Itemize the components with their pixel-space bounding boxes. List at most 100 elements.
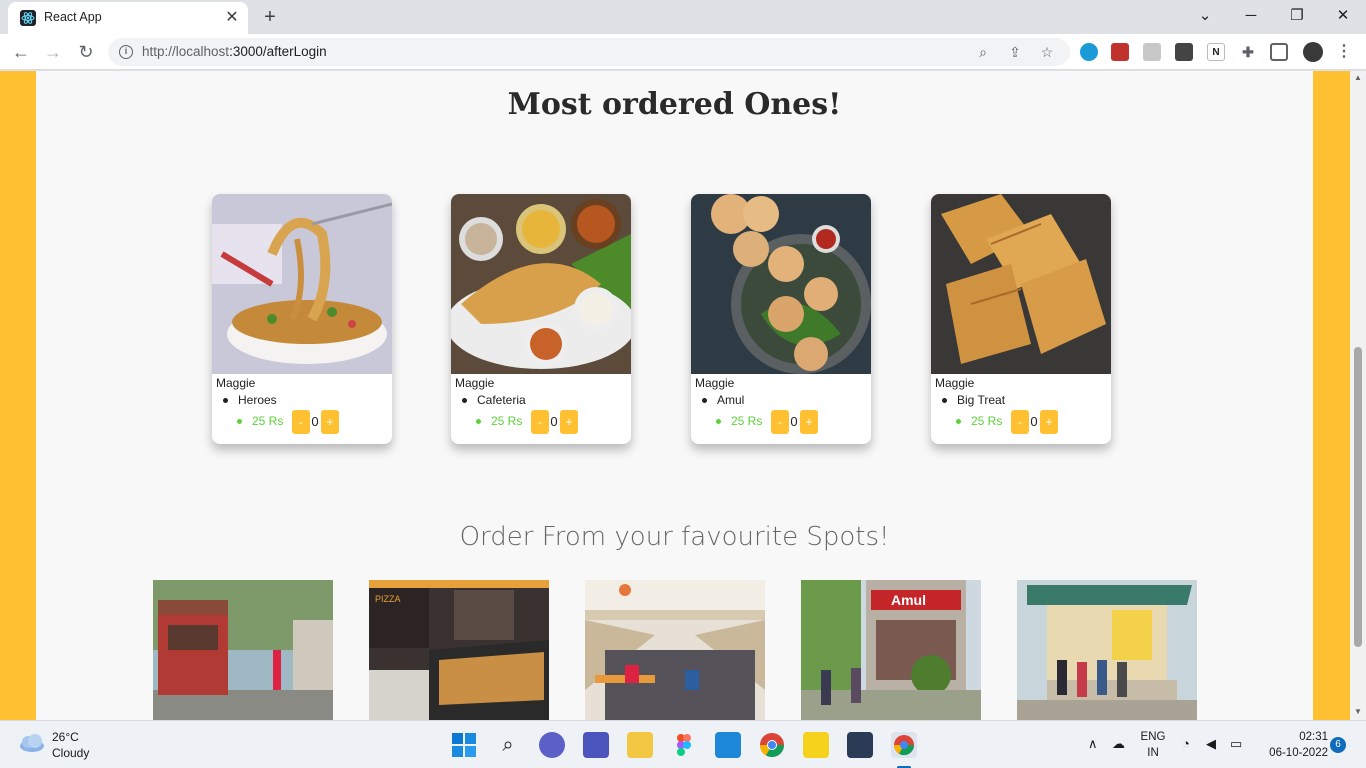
url-text[interactable]: http://localhost:3000/afterLogin bbox=[142, 44, 327, 59]
windows-start-icon[interactable] bbox=[451, 732, 477, 758]
item-price: 25 Rs bbox=[955, 414, 1003, 428]
qty-value: 0 bbox=[1030, 414, 1038, 429]
spot-cafeteria-image[interactable]: PIZZA bbox=[369, 580, 549, 720]
item-spot: Big Treat bbox=[941, 393, 1006, 407]
scroll-thumb[interactable] bbox=[1354, 347, 1362, 647]
tab-search-chevron-icon[interactable]: ⌄ bbox=[1190, 4, 1220, 28]
puzzle-icon[interactable]: ✚ bbox=[1239, 43, 1257, 61]
grammar-ext-icon[interactable] bbox=[1080, 43, 1098, 61]
devc-icon[interactable] bbox=[847, 732, 873, 758]
search-icon[interactable]: ⌕ bbox=[495, 732, 521, 758]
page-scrollbar[interactable]: ▲ ▼ bbox=[1350, 71, 1366, 720]
noodles-image bbox=[212, 194, 392, 374]
bookmark-star-icon[interactable]: ☆ bbox=[1038, 43, 1056, 61]
reader-icon[interactable] bbox=[1143, 43, 1161, 61]
weather-condition[interactable]: Cloudy bbox=[52, 746, 89, 760]
pocket-icon[interactable] bbox=[1175, 43, 1193, 61]
qty-value: 0 bbox=[550, 414, 558, 429]
taskbar: 26°C Cloudy ⌕ ∧ ☁ ENG IN ◔ ◀ ▭ 02:31 06-… bbox=[0, 720, 1366, 768]
volume-icon[interactable]: ◀ bbox=[1206, 736, 1216, 752]
food-card: Maggie Big Treat 25 Rs - 0 + bbox=[931, 194, 1111, 444]
momos-image bbox=[691, 194, 871, 374]
figma-icon[interactable] bbox=[671, 732, 697, 758]
item-name: Maggie bbox=[695, 376, 735, 390]
reload-button[interactable]: ↻ bbox=[74, 40, 98, 64]
language-indicator[interactable]: ENG bbox=[1138, 731, 1168, 743]
page-viewport: Most ordered Ones! Maggie Heroes 25 Rs -… bbox=[0, 71, 1350, 720]
sticky-notes-icon[interactable] bbox=[803, 732, 829, 758]
react-favicon-icon bbox=[20, 10, 36, 26]
increase-qty-button[interactable]: + bbox=[1040, 410, 1058, 434]
scroll-down-icon[interactable]: ▼ bbox=[1353, 707, 1363, 717]
chat-icon[interactable] bbox=[539, 732, 565, 758]
item-spot: Amul bbox=[701, 393, 745, 407]
close-tab-icon[interactable]: ✕ bbox=[222, 8, 242, 28]
chrome-icon[interactable] bbox=[759, 732, 785, 758]
item-price: 25 Rs bbox=[236, 414, 284, 428]
chevron-up-icon[interactable]: ∧ bbox=[1088, 736, 1098, 752]
item-spot: Heroes bbox=[223, 393, 277, 407]
cloud-icon[interactable] bbox=[18, 733, 46, 753]
close-window-button[interactable]: ✕ bbox=[1328, 4, 1358, 28]
food-card: Maggie Heroes 25 Rs - 0 + bbox=[212, 194, 392, 444]
scroll-up-icon[interactable]: ▲ bbox=[1353, 73, 1363, 83]
vscode-icon[interactable] bbox=[715, 732, 741, 758]
most-ordered-heading: Most ordered Ones! bbox=[507, 87, 842, 122]
notion-icon[interactable]: N bbox=[1207, 43, 1225, 61]
increase-qty-button[interactable]: + bbox=[321, 410, 339, 434]
profile-avatar[interactable] bbox=[1303, 42, 1323, 62]
page-content: Most ordered Ones! Maggie Heroes 25 Rs -… bbox=[36, 71, 1313, 720]
qty-value: 0 bbox=[790, 414, 798, 429]
decrease-qty-button[interactable]: - bbox=[1011, 410, 1029, 434]
address-bar[interactable]: i http://localhost:3000/afterLogin ⌕ ⇪ ☆ bbox=[108, 38, 1070, 66]
spot-amul-image[interactable]: Amul bbox=[801, 580, 981, 720]
back-button[interactable]: ← bbox=[9, 40, 33, 64]
zoom-icon[interactable]: ⌕ bbox=[974, 43, 992, 61]
adblock-icon[interactable] bbox=[1111, 43, 1129, 61]
browser-toolbar: ← → ↻ i http://localhost:3000/afterLogin… bbox=[0, 34, 1366, 70]
onedrive-icon[interactable]: ☁ bbox=[1112, 736, 1125, 752]
clock-time[interactable]: 02:31 bbox=[1258, 731, 1328, 743]
item-name: Maggie bbox=[935, 376, 975, 390]
item-name: Maggie bbox=[216, 376, 256, 390]
puffs-image bbox=[931, 194, 1111, 374]
amul-sign: Amul bbox=[891, 592, 926, 608]
sidebar-icon[interactable] bbox=[1270, 43, 1288, 61]
spot-bigtreat-image[interactable] bbox=[1017, 580, 1197, 720]
maximize-button[interactable]: ❐ bbox=[1282, 4, 1312, 28]
decrease-qty-button[interactable]: - bbox=[531, 410, 549, 434]
chrome-active-icon[interactable] bbox=[891, 732, 917, 758]
file-explorer-icon[interactable] bbox=[627, 732, 653, 758]
notification-badge[interactable]: 6 bbox=[1330, 737, 1346, 753]
item-spot: Cafeteria bbox=[462, 393, 526, 407]
pizza-sign: PIZZA bbox=[375, 594, 401, 604]
clock-date[interactable]: 06-10-2022 bbox=[1258, 747, 1328, 759]
tab-title: React App bbox=[44, 10, 102, 24]
decrease-qty-button[interactable]: - bbox=[771, 410, 789, 434]
spot-canteen-image[interactable] bbox=[585, 580, 765, 720]
new-tab-button[interactable]: + bbox=[258, 5, 282, 29]
menu-kebab-icon[interactable]: ⋮ bbox=[1335, 43, 1353, 61]
item-price: 25 Rs bbox=[475, 414, 523, 428]
spot-heroes-image[interactable] bbox=[153, 580, 333, 720]
battery-icon[interactable]: ▭ bbox=[1230, 736, 1242, 752]
qty-value: 0 bbox=[311, 414, 319, 429]
spots-heading: Order From your favourite Spots! bbox=[459, 522, 890, 552]
increase-qty-button[interactable]: + bbox=[560, 410, 578, 434]
forward-button[interactable]: → bbox=[41, 40, 65, 64]
item-name: Maggie bbox=[455, 376, 495, 390]
share-icon[interactable]: ⇪ bbox=[1006, 43, 1024, 61]
wifi-icon[interactable]: ◔ bbox=[1182, 736, 1190, 751]
minimize-button[interactable]: ─ bbox=[1236, 4, 1266, 28]
language-region[interactable]: IN bbox=[1138, 747, 1168, 759]
food-card: Maggie Amul 25 Rs - 0 + bbox=[691, 194, 871, 444]
site-info-icon[interactable]: i bbox=[119, 45, 133, 59]
increase-qty-button[interactable]: + bbox=[800, 410, 818, 434]
active-tab[interactable]: React App ✕ bbox=[8, 2, 248, 34]
weather-temperature[interactable]: 26°C bbox=[52, 730, 79, 744]
decrease-qty-button[interactable]: - bbox=[292, 410, 310, 434]
tab-strip: React App ✕ + ⌄ ─ ❐ ✕ bbox=[0, 0, 1366, 34]
food-card: Maggie Cafeteria 25 Rs - 0 + bbox=[451, 194, 631, 444]
teams-icon[interactable] bbox=[583, 732, 609, 758]
dosa-image bbox=[451, 194, 631, 374]
